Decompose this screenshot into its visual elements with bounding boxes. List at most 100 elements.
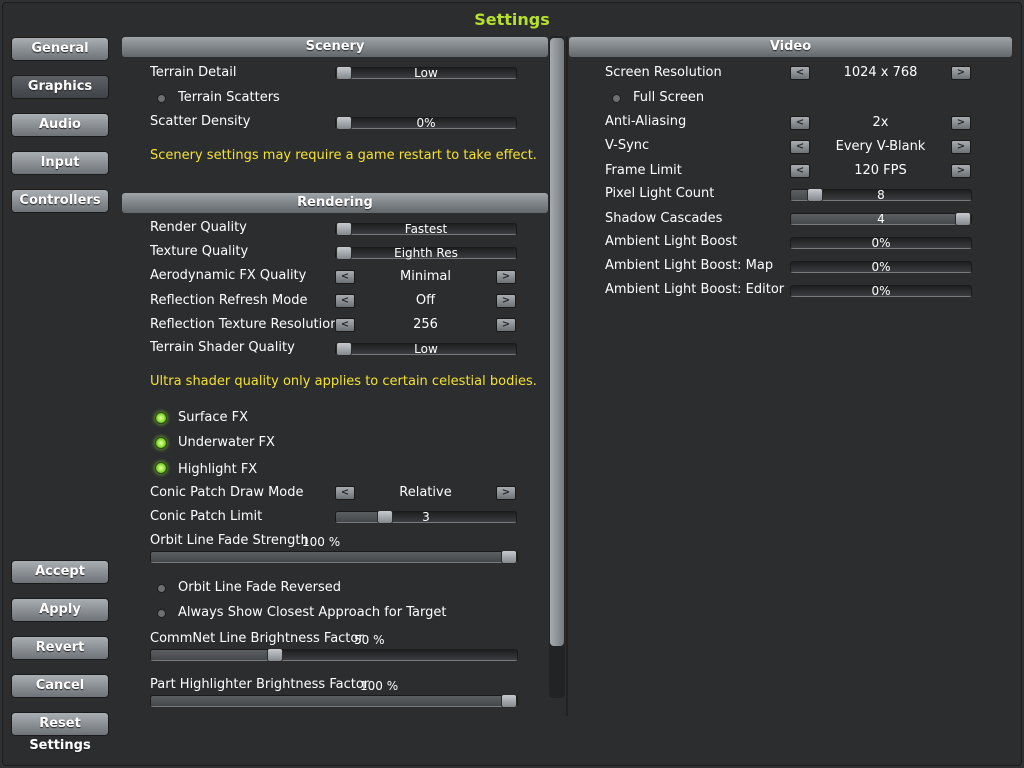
window-title: Settings bbox=[474, 10, 550, 29]
underwater-fx-toggle[interactable] bbox=[155, 437, 167, 449]
closest-approach-label: Always Show Closest Approach for Target bbox=[178, 605, 447, 620]
shadow-cascades-label: Shadow Cascades bbox=[605, 211, 723, 226]
texture-quality-slider[interactable]: Eighth Res bbox=[335, 246, 517, 260]
frame-limit-label: Frame Limit bbox=[605, 163, 682, 178]
frame-limit-prev-button[interactable]: < bbox=[790, 164, 810, 178]
graphics-scrollbar[interactable] bbox=[549, 36, 565, 698]
terrain-scatters-label: Terrain Scatters bbox=[178, 90, 280, 105]
nav-controllers-button[interactable]: Controllers bbox=[11, 189, 109, 213]
part-highlighter-value: 100 % bbox=[360, 679, 399, 693]
conic-mode-next-button[interactable]: > bbox=[496, 486, 516, 500]
fullscreen-label: Full Screen bbox=[633, 90, 705, 105]
surface-fx-label: Surface FX bbox=[178, 410, 249, 425]
anti-aliasing-prev-button[interactable]: < bbox=[790, 116, 810, 130]
orbit-fade-reversed-toggle[interactable] bbox=[157, 584, 166, 593]
ambient-boost-editor-slider[interactable]: 0% bbox=[790, 284, 972, 298]
terrain-detail-slider[interactable]: Low bbox=[335, 66, 517, 80]
reflection-refresh-next-button[interactable]: > bbox=[496, 294, 516, 308]
render-quality-label: Render Quality bbox=[150, 220, 247, 235]
resolution-label: Screen Resolution bbox=[605, 65, 722, 80]
render-quality-slider[interactable]: Fastest bbox=[335, 222, 517, 236]
slider-thumb[interactable] bbox=[501, 694, 517, 708]
slider-thumb[interactable] bbox=[501, 550, 517, 564]
shadow-cascades-slider[interactable]: 4 bbox=[790, 212, 972, 226]
ambient-boost-label: Ambient Light Boost bbox=[605, 234, 738, 249]
scrollbar-thumb[interactable] bbox=[550, 38, 564, 646]
commnet-brightness-value: 50 % bbox=[354, 633, 385, 647]
conic-mode-prev-button[interactable]: < bbox=[335, 486, 355, 500]
ambient-boost-map-slider[interactable]: 0% bbox=[790, 260, 972, 274]
resolution-prev-button[interactable]: < bbox=[790, 66, 810, 80]
ambient-boost-value: 0% bbox=[871, 236, 891, 250]
terrain-detail-value: Low bbox=[414, 66, 438, 80]
scenery-restart-note: Scenery settings may require a game rest… bbox=[150, 148, 537, 163]
texture-quality-label: Texture Quality bbox=[150, 244, 249, 259]
highlight-fx-toggle[interactable] bbox=[155, 462, 167, 474]
accept-button[interactable]: Accept bbox=[11, 560, 109, 584]
video-header: Video bbox=[569, 37, 1012, 57]
nav-audio-button[interactable]: Audio bbox=[11, 113, 109, 137]
aero-fx-value: Minimal bbox=[400, 269, 451, 284]
reflection-refresh-prev-button[interactable]: < bbox=[335, 294, 355, 308]
reflection-tex-res-next-button[interactable]: > bbox=[496, 318, 516, 332]
resolution-value: 1024 x 768 bbox=[843, 65, 918, 80]
terrain-shader-slider[interactable]: Low bbox=[335, 342, 517, 356]
ambient-boost-map-label: Ambient Light Boost: Map bbox=[605, 258, 774, 273]
aero-fx-next-button[interactable]: > bbox=[496, 270, 516, 284]
render-quality-value: Fastest bbox=[404, 222, 448, 236]
shadow-cascades-value: 4 bbox=[877, 212, 885, 226]
conic-limit-slider[interactable]: 3 bbox=[335, 510, 517, 524]
slider-fill bbox=[151, 696, 509, 706]
conic-limit-value: 3 bbox=[422, 510, 430, 524]
scenery-header: Scenery bbox=[122, 37, 548, 57]
surface-fx-toggle[interactable] bbox=[155, 412, 167, 424]
closest-approach-toggle[interactable] bbox=[157, 609, 166, 618]
nav-general-button[interactable]: General bbox=[11, 37, 109, 61]
terrain-shader-value: Low bbox=[414, 342, 438, 356]
fullscreen-toggle[interactable] bbox=[612, 94, 621, 103]
orbit-fade-value: 100 % bbox=[302, 535, 341, 549]
scatter-density-slider[interactable]: 0% bbox=[335, 116, 517, 130]
reflection-refresh-label: Reflection Refresh Mode bbox=[150, 293, 308, 308]
nav-graphics-button[interactable]: Graphics bbox=[11, 75, 109, 99]
anti-aliasing-label: Anti-Aliasing bbox=[605, 114, 687, 129]
terrain-shader-label: Terrain Shader Quality bbox=[150, 340, 295, 355]
vsync-value: Every V-Blank bbox=[835, 139, 926, 154]
commnet-brightness-label: CommNet Line Brightness Factor bbox=[150, 631, 364, 646]
conic-limit-label: Conic Patch Limit bbox=[150, 509, 263, 524]
ambient-boost-map-value: 0% bbox=[871, 260, 891, 274]
frame-limit-value: 120 FPS bbox=[854, 163, 907, 178]
aero-fx-prev-button[interactable]: < bbox=[335, 270, 355, 284]
anti-aliasing-next-button[interactable]: > bbox=[951, 116, 971, 130]
cancel-button[interactable]: Cancel bbox=[11, 674, 109, 698]
orbit-fade-slider[interactable] bbox=[150, 550, 518, 564]
resolution-next-button[interactable]: > bbox=[951, 66, 971, 80]
vsync-label: V-Sync bbox=[605, 138, 650, 153]
texture-quality-value: Eighth Res bbox=[394, 246, 458, 260]
reflection-tex-res-prev-button[interactable]: < bbox=[335, 318, 355, 332]
revert-button[interactable]: Revert bbox=[11, 636, 109, 660]
reflection-tex-res-value: 256 bbox=[413, 317, 438, 332]
pixel-light-slider[interactable]: 8 bbox=[790, 188, 972, 202]
conic-mode-label: Conic Patch Draw Mode bbox=[150, 485, 304, 500]
rendering-header: Rendering bbox=[122, 193, 548, 213]
apply-button[interactable]: Apply bbox=[11, 598, 109, 622]
highlight-fx-label: Highlight FX bbox=[178, 462, 258, 477]
vsync-prev-button[interactable]: < bbox=[790, 140, 810, 154]
nav-input-button[interactable]: Input bbox=[11, 151, 109, 175]
slider-thumb[interactable] bbox=[267, 648, 283, 662]
reset-settings-button[interactable]: Reset Settings bbox=[11, 712, 109, 753]
scatter-density-value: 0% bbox=[416, 116, 436, 130]
commnet-brightness-slider[interactable] bbox=[150, 648, 518, 662]
slider-fill bbox=[151, 650, 275, 660]
part-highlighter-slider[interactable] bbox=[150, 694, 518, 708]
vsync-next-button[interactable]: > bbox=[951, 140, 971, 154]
ambient-boost-slider[interactable]: 0% bbox=[790, 236, 972, 250]
terrain-scatters-toggle[interactable] bbox=[157, 94, 166, 103]
frame-limit-next-button[interactable]: > bbox=[951, 164, 971, 178]
anti-aliasing-value: 2x bbox=[872, 115, 889, 130]
pixel-light-label: Pixel Light Count bbox=[605, 186, 715, 201]
ambient-boost-editor-value: 0% bbox=[871, 284, 891, 298]
slider-fill bbox=[151, 552, 509, 562]
aero-fx-label: Aerodynamic FX Quality bbox=[150, 268, 307, 283]
